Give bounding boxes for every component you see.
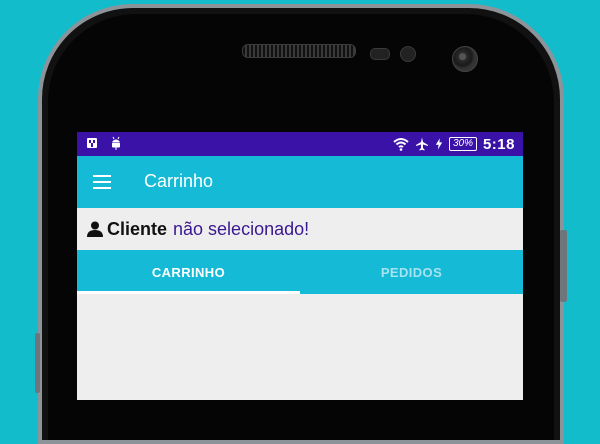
front-camera: [452, 46, 478, 72]
light-sensor: [400, 46, 416, 62]
earpiece-speaker: [242, 44, 356, 58]
toolbar-title: Carrinho: [144, 171, 214, 191]
active-tab-indicator: [77, 291, 300, 294]
client-label: Cliente: [107, 218, 168, 239]
client-selection-bar[interactable]: Cliente não selecionado!: [77, 208, 523, 250]
tab-carrinho[interactable]: CARRINHO: [77, 250, 300, 294]
battery-indicator: 30%: [448, 137, 477, 151]
wifi-icon: [393, 138, 409, 151]
status-clock: 5:18: [482, 135, 515, 153]
status-bar: 30% 5:18: [77, 132, 523, 156]
volume-button: [560, 230, 567, 302]
airplane-mode-icon: [415, 137, 428, 151]
hamburger-menu-icon[interactable]: [93, 175, 111, 189]
app-screen: 30% 5:18 Carrinho Cliente não selecionad…: [77, 132, 523, 400]
person-icon: [87, 221, 103, 237]
tab-bar: CARRINHO PEDIDOS: [77, 250, 523, 294]
app-toolbar: Carrinho: [77, 156, 523, 208]
proximity-sensor: [370, 48, 390, 60]
android-debug-icon: [112, 136, 120, 150]
tab-pedidos[interactable]: PEDIDOS: [300, 250, 523, 294]
client-status: não selecionado!: [173, 218, 310, 239]
usb-icon: [87, 138, 97, 148]
tab-carrinho-label: CARRINHO: [151, 264, 226, 280]
charging-bolt-icon: [435, 138, 443, 150]
tab-pedidos-label: PEDIDOS: [380, 264, 443, 280]
side-button: [35, 333, 40, 393]
tab-content-area: [77, 294, 523, 400]
